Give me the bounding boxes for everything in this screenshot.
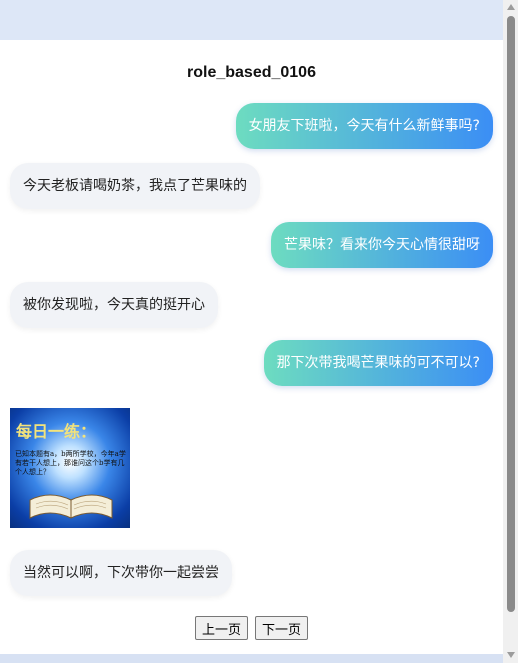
- bot-message: 当然可以啊，下次带你一起尝尝: [10, 550, 232, 596]
- scroll-thumb[interactable]: [507, 16, 515, 612]
- user-message: 那下次带我喝芒果味的可不可以?: [263, 340, 493, 386]
- book-icon: [29, 494, 113, 519]
- pagination: 上一页 下一页: [0, 616, 503, 640]
- image-message[interactable]: 每日一练： 已知本题有a，b两所学校，今年a学有若干人想上，那谁问这个b学有几个…: [10, 408, 130, 528]
- bot-message: 被你发现啦，今天真的挺开心: [10, 282, 218, 328]
- chat-panel: role_based_0106 女朋友下班啦，今天有什么新鲜事吗? 今天老板请喝…: [0, 40, 503, 654]
- chat-title: role_based_0106: [187, 64, 316, 81]
- user-message: 芒果味？看来你今天心情很甜呀: [271, 222, 493, 268]
- image-title: 每日一练：: [16, 422, 97, 441]
- scroll-up-icon[interactable]: [507, 4, 515, 10]
- bot-message: 今天老板请喝奶茶，我点了芒果味的: [10, 163, 260, 209]
- scroll-down-icon[interactable]: [507, 652, 515, 658]
- bottom-bar: [0, 654, 503, 663]
- top-bar: [0, 0, 503, 40]
- user-message: 女朋友下班啦，今天有什么新鲜事吗?: [235, 103, 493, 149]
- prev-page-button[interactable]: 上一页: [194, 616, 248, 640]
- scrollbar[interactable]: [503, 0, 518, 663]
- next-page-button[interactable]: 下一页: [255, 616, 309, 640]
- image-text: 已知本题有a，b两所学校，今年a学有若干人想上，那谁问这个b学有几个人想上？: [15, 450, 126, 476]
